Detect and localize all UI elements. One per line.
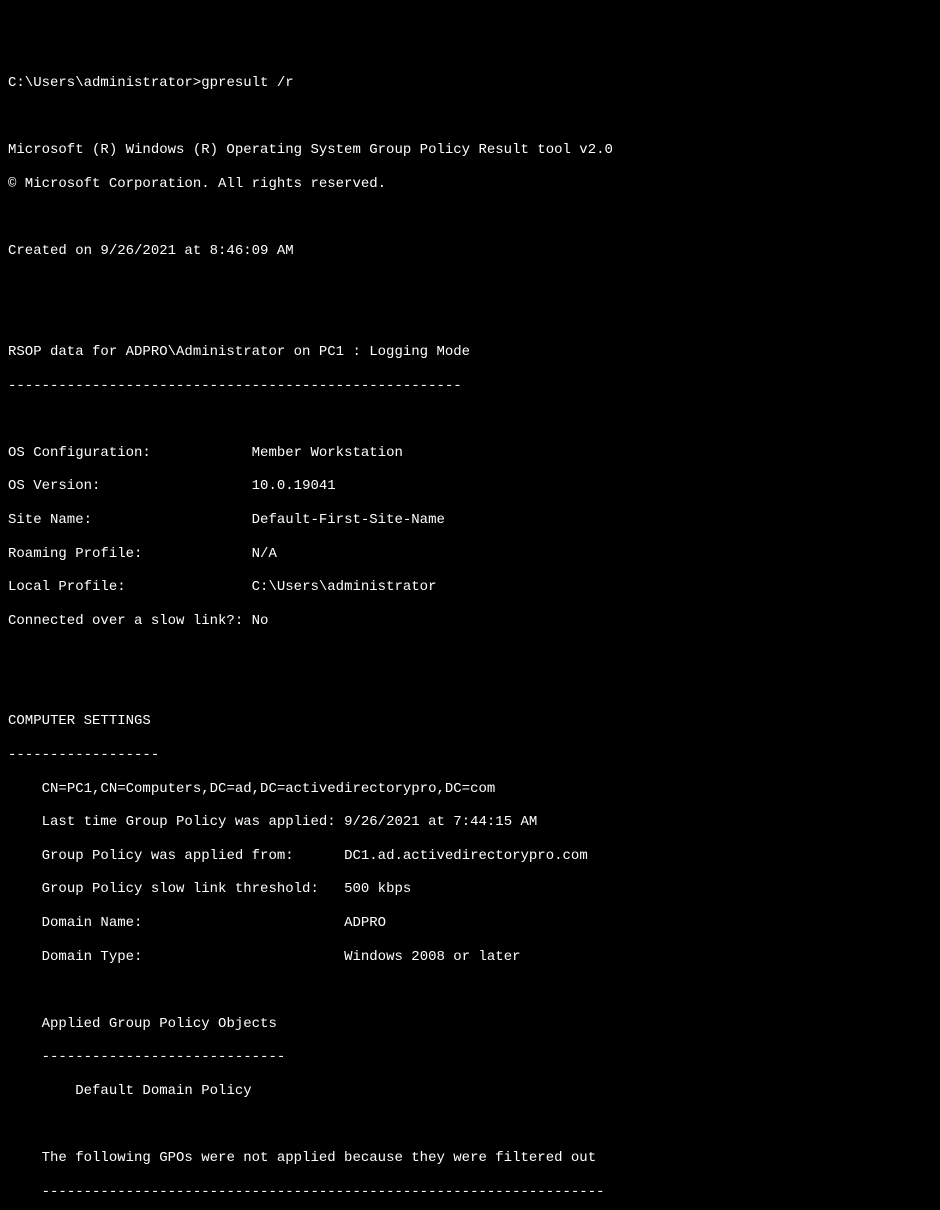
created-on: Created on ‎9/‎26/‎2021 at 8:46:09 AM xyxy=(8,243,932,260)
blank-line xyxy=(8,210,932,227)
computer-settings-header: COMPUTER SETTINGS xyxy=(8,713,932,730)
command-prompt-line: C:\Users\administrator>gpresult /r xyxy=(8,75,932,92)
blank-line xyxy=(8,680,932,697)
computer-settings-divider: ------------------ xyxy=(8,747,932,764)
blank-line xyxy=(8,1117,932,1134)
blank-line xyxy=(8,982,932,999)
blank-line xyxy=(8,646,932,663)
rsop-header: RSOP data for ADPRO\Administrator on PC1… xyxy=(8,344,932,361)
blank-line xyxy=(8,310,932,327)
rsop-divider: ----------------------------------------… xyxy=(8,378,932,395)
domain-name: Domain Name: ADPRO xyxy=(8,915,932,932)
slow-link: Connected over a slow link?: No xyxy=(8,613,932,630)
applied-from: Group Policy was applied from: DC1.ad.ac… xyxy=(8,848,932,865)
filtered-gpos-header: The following GPOs were not applied beca… xyxy=(8,1150,932,1167)
os-version: OS Version: 10.0.19041 xyxy=(8,478,932,495)
os-config: OS Configuration: Member Workstation xyxy=(8,445,932,462)
command: gpresult /r xyxy=(201,75,293,91)
cn-line: CN=PC1,CN=Computers,DC=ad,DC=activedirec… xyxy=(8,781,932,798)
site-name: Site Name: Default-First-Site-Name xyxy=(8,512,932,529)
applied-gpos-divider: ----------------------------- xyxy=(8,1049,932,1066)
header-line1: Microsoft (R) Windows (R) Operating Syst… xyxy=(8,142,932,159)
threshold: Group Policy slow link threshold: 500 kb… xyxy=(8,881,932,898)
prompt: C:\Users\administrator> xyxy=(8,75,201,91)
domain-type: Domain Type: Windows 2008 or later xyxy=(8,949,932,966)
blank-line xyxy=(8,109,932,126)
header-line2: © Microsoft Corporation. All rights rese… xyxy=(8,176,932,193)
applied-gpos-header: Applied Group Policy Objects xyxy=(8,1016,932,1033)
blank-line xyxy=(8,277,932,294)
local-profile: Local Profile: C:\Users\administrator xyxy=(8,579,932,596)
filtered-gpos-divider: ----------------------------------------… xyxy=(8,1184,932,1201)
last-applied: Last time Group Policy was applied: 9/26… xyxy=(8,814,932,831)
applied-gpo-item: Default Domain Policy xyxy=(8,1083,932,1100)
blank-line xyxy=(8,411,932,428)
roaming-profile: Roaming Profile: N/A xyxy=(8,546,932,563)
